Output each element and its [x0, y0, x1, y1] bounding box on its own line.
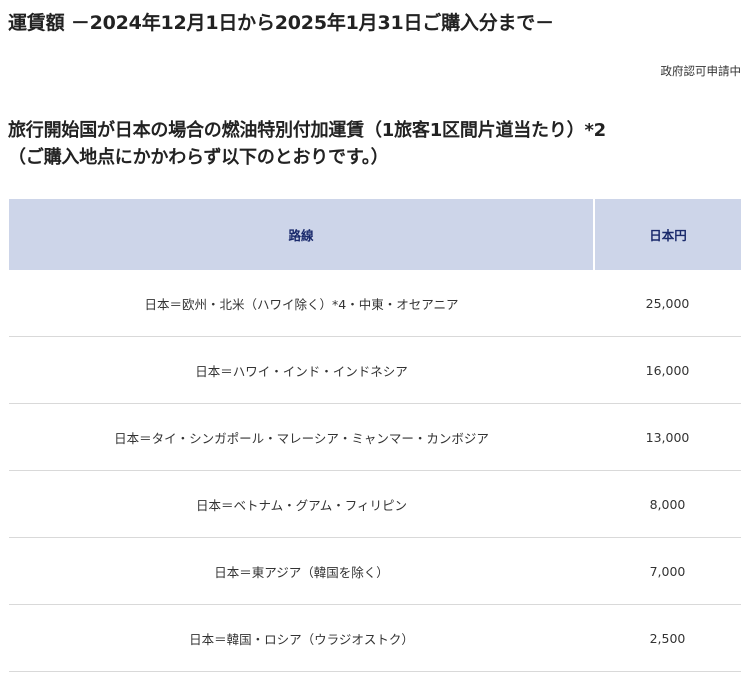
page-title: 運賃額 －2024年12月1日から2025年1月31日ご購入分まで－ — [8, 12, 554, 34]
route-cell: 日本＝タイ・シンガポール・マレーシア・ミャンマー・カンボジア — [9, 403, 594, 471]
price-cell: 8,000 — [594, 470, 741, 538]
table-row: 日本＝東アジア（韓国を除く） 7,000 — [9, 537, 741, 605]
route-cell: 日本＝ハワイ・インド・インドネシア — [9, 336, 594, 404]
fuel-surcharge-table: 路線 日本円 日本＝欧州・北米（ハワイ除く）*4・中東・オセアニア 25,000… — [9, 199, 741, 672]
section-heading: 旅行開始国が日本の場合の燃油特別付加運賃（1旅客1区間片道当たり）*2 （ご購入… — [8, 117, 748, 171]
route-cell: 日本＝欧州・北米（ハワイ除く）*4・中東・オセアニア — [9, 270, 594, 337]
price-cell: 2,500 — [594, 604, 741, 672]
table-row: 日本＝ハワイ・インド・インドネシア 16,000 — [9, 336, 741, 404]
route-cell: 日本＝ベトナム・グアム・フィリピン — [9, 470, 594, 538]
table-row: 日本＝ベトナム・グアム・フィリピン 8,000 — [9, 470, 741, 538]
section-heading-line-1: 旅行開始国が日本の場合の燃油特別付加運賃（1旅客1区間片道当たり）*2 — [8, 120, 606, 141]
route-column-header: 路線 — [9, 199, 595, 270]
price-cell: 16,000 — [594, 336, 741, 404]
route-cell: 日本＝東アジア（韓国を除く） — [9, 537, 594, 605]
section-heading-line-2: （ご購入地点にかかわらず以下のとおりです。） — [8, 147, 389, 168]
table-row: 日本＝韓国・ロシア（ウラジオストク） 2,500 — [9, 604, 741, 672]
approval-status-note: 政府認可申請中 — [660, 64, 742, 78]
table-row: 日本＝欧州・北米（ハワイ除く）*4・中東・オセアニア 25,000 — [9, 270, 741, 337]
price-cell: 7,000 — [594, 537, 741, 605]
price-cell: 13,000 — [594, 403, 741, 471]
table-header-row: 路線 日本円 — [9, 199, 741, 270]
route-cell: 日本＝韓国・ロシア（ウラジオストク） — [9, 604, 594, 672]
price-cell: 25,000 — [594, 270, 741, 337]
table-row: 日本＝タイ・シンガポール・マレーシア・ミャンマー・カンボジア 13,000 — [9, 403, 741, 471]
price-column-header: 日本円 — [594, 199, 741, 270]
